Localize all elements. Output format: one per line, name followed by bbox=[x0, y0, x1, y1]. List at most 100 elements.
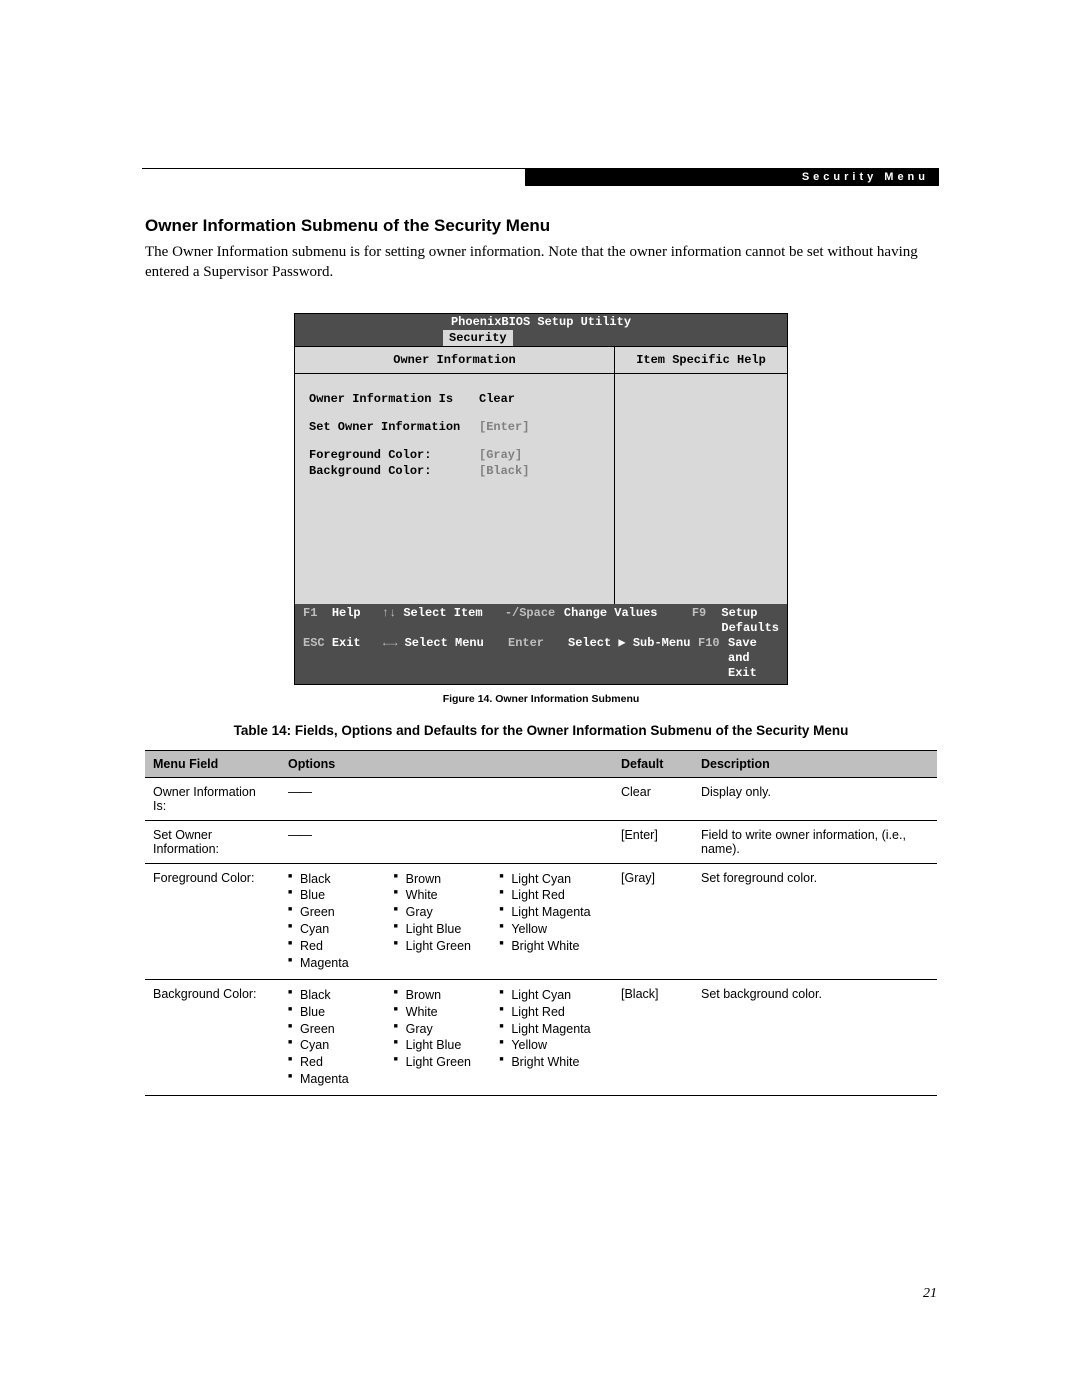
cell-options: BlackBlueGreenCyanRedMagenta BrownWhiteGr… bbox=[280, 863, 613, 979]
bios-key: ↑↓ bbox=[382, 606, 396, 620]
list-item: Bright White bbox=[499, 1054, 605, 1071]
list-item: Light Green bbox=[394, 938, 500, 955]
th-description: Description bbox=[693, 750, 937, 777]
list-item: Light Red bbox=[499, 1004, 605, 1021]
cell-description: Display only. bbox=[693, 777, 937, 820]
list-item: Green bbox=[288, 1021, 394, 1038]
cell-default: [Gray] bbox=[613, 863, 693, 979]
bios-key-label: Select Item bbox=[403, 606, 482, 620]
cell-default: [Black] bbox=[613, 979, 693, 1095]
th-default: Default bbox=[613, 750, 693, 777]
list-item: Brown bbox=[394, 871, 500, 888]
list-item: Light Magenta bbox=[499, 1021, 605, 1038]
bios-row-owner-info-is: Owner Information Is Clear bbox=[309, 392, 604, 406]
list-item: Light Blue bbox=[394, 921, 500, 938]
cell-description: Set foreground color. bbox=[693, 863, 937, 979]
list-item: Light Red bbox=[499, 887, 605, 904]
bios-row-bg-color: Background Color: [Black] bbox=[309, 464, 604, 478]
bios-label: Owner Information Is bbox=[309, 392, 479, 406]
list-item: Red bbox=[288, 1054, 394, 1071]
cell-default: Clear bbox=[613, 777, 693, 820]
table-row: Foreground Color:BlackBlueGreenCyanRedMa… bbox=[145, 863, 937, 979]
figure-caption: Figure 14. Owner Information Submenu bbox=[145, 693, 937, 705]
bios-key-label: Select Menu bbox=[405, 636, 484, 650]
list-item: Yellow bbox=[499, 1037, 605, 1054]
bios-value: Clear bbox=[479, 392, 515, 406]
section-intro: The Owner Information submenu is for set… bbox=[145, 242, 937, 283]
fields-options-table: Menu Field Options Default Description O… bbox=[145, 750, 937, 1097]
cell-options: —— bbox=[280, 820, 613, 863]
bios-key-label: Select ▶ Sub-Menu bbox=[568, 636, 698, 681]
chapter-header-bar: Security Menu bbox=[525, 168, 939, 186]
bios-utility-title: PhoenixBIOS Setup Utility bbox=[295, 314, 787, 330]
list-item: Magenta bbox=[288, 1071, 394, 1088]
bios-figure: PhoenixBIOS Setup Utility Security Owner… bbox=[294, 313, 788, 685]
list-item: Light Cyan bbox=[499, 987, 605, 1004]
bios-label: Set Owner Information bbox=[309, 420, 479, 434]
bios-value: [Enter] bbox=[479, 420, 529, 434]
bios-key-label: Change Values bbox=[564, 606, 692, 636]
list-item: Gray bbox=[394, 904, 500, 921]
bios-key: F1 bbox=[303, 606, 317, 620]
list-item: Magenta bbox=[288, 955, 394, 972]
cell-options: BlackBlueGreenCyanRedMagentaBrownWhiteGr… bbox=[280, 979, 613, 1095]
bios-value: [Black] bbox=[479, 464, 529, 478]
bios-row-fg-color: Foreground Color: [Gray] bbox=[309, 448, 604, 462]
table-header-row: Menu Field Options Default Description bbox=[145, 750, 937, 777]
bios-label: Foreground Color: bbox=[309, 448, 479, 462]
bios-key: ←→ bbox=[383, 636, 397, 650]
section-title: Owner Information Submenu of the Securit… bbox=[145, 216, 937, 236]
bios-key-label: Setup Defaults bbox=[721, 606, 779, 636]
bios-key: ESC bbox=[303, 636, 325, 650]
list-item: Bright White bbox=[499, 938, 605, 955]
bios-key-label: Save and Exit bbox=[728, 636, 779, 681]
cell-menu-field: Foreground Color: bbox=[145, 863, 280, 979]
bios-key: -/Space bbox=[505, 606, 564, 636]
bios-tab-row: Security bbox=[295, 330, 787, 346]
bios-left-body: Owner Information Is Clear Set Owner Inf… bbox=[295, 374, 614, 604]
table-caption: Table 14: Fields, Options and Defaults f… bbox=[145, 723, 937, 738]
cell-menu-field: Background Color: bbox=[145, 979, 280, 1095]
list-item: Gray bbox=[394, 1021, 500, 1038]
cell-menu-field: Owner Information Is: bbox=[145, 777, 280, 820]
bios-right-body bbox=[615, 374, 787, 604]
table-row: Owner Information Is:——ClearDisplay only… bbox=[145, 777, 937, 820]
table-row: Set Owner Information:——[Enter]Field to … bbox=[145, 820, 937, 863]
list-item: Light Magenta bbox=[499, 904, 605, 921]
cell-description: Set background color. bbox=[693, 979, 937, 1095]
bios-footer: F1 Help ↑↓ Select Item -/Space Change Va… bbox=[295, 604, 787, 684]
list-item: Black bbox=[288, 987, 394, 1004]
list-item: White bbox=[394, 887, 500, 904]
list-item: White bbox=[394, 1004, 500, 1021]
bios-row-set-owner-info: Set Owner Information [Enter] bbox=[309, 420, 604, 434]
list-item: Light Green bbox=[394, 1054, 500, 1071]
list-item: Light Cyan bbox=[499, 871, 605, 888]
list-item: Red bbox=[288, 938, 394, 955]
bios-label: Background Color: bbox=[309, 464, 479, 478]
list-item: Brown bbox=[394, 987, 500, 1004]
bios-key: F10 bbox=[698, 636, 728, 681]
bios-key-label: Help bbox=[332, 606, 361, 620]
list-item: Light Blue bbox=[394, 1037, 500, 1054]
bios-key-label: Exit bbox=[332, 636, 361, 650]
bios-active-tab: Security bbox=[443, 330, 513, 346]
page-number: 21 bbox=[923, 1286, 937, 1302]
list-item: Blue bbox=[288, 1004, 394, 1021]
th-menu-field: Menu Field bbox=[145, 750, 280, 777]
cell-description: Field to write owner infor­mation, (i.e.… bbox=[693, 820, 937, 863]
list-item: Blue bbox=[288, 887, 394, 904]
list-item: Yellow bbox=[499, 921, 605, 938]
bios-right-header: Item Specific Help bbox=[615, 347, 787, 374]
list-item: Black bbox=[288, 871, 394, 888]
bios-left-header: Owner Information bbox=[295, 347, 614, 374]
list-item: Cyan bbox=[288, 921, 394, 938]
cell-default: [Enter] bbox=[613, 820, 693, 863]
list-item: Green bbox=[288, 904, 394, 921]
bios-value: [Gray] bbox=[479, 448, 522, 462]
bios-key: F9 bbox=[692, 606, 722, 636]
table-row: Background Color:BlackBlueGreenCyanRedMa… bbox=[145, 979, 937, 1095]
chapter-header-label: Security Menu bbox=[802, 171, 929, 183]
bios-key: Enter bbox=[508, 636, 568, 681]
cell-options: —— bbox=[280, 777, 613, 820]
cell-menu-field: Set Owner Information: bbox=[145, 820, 280, 863]
